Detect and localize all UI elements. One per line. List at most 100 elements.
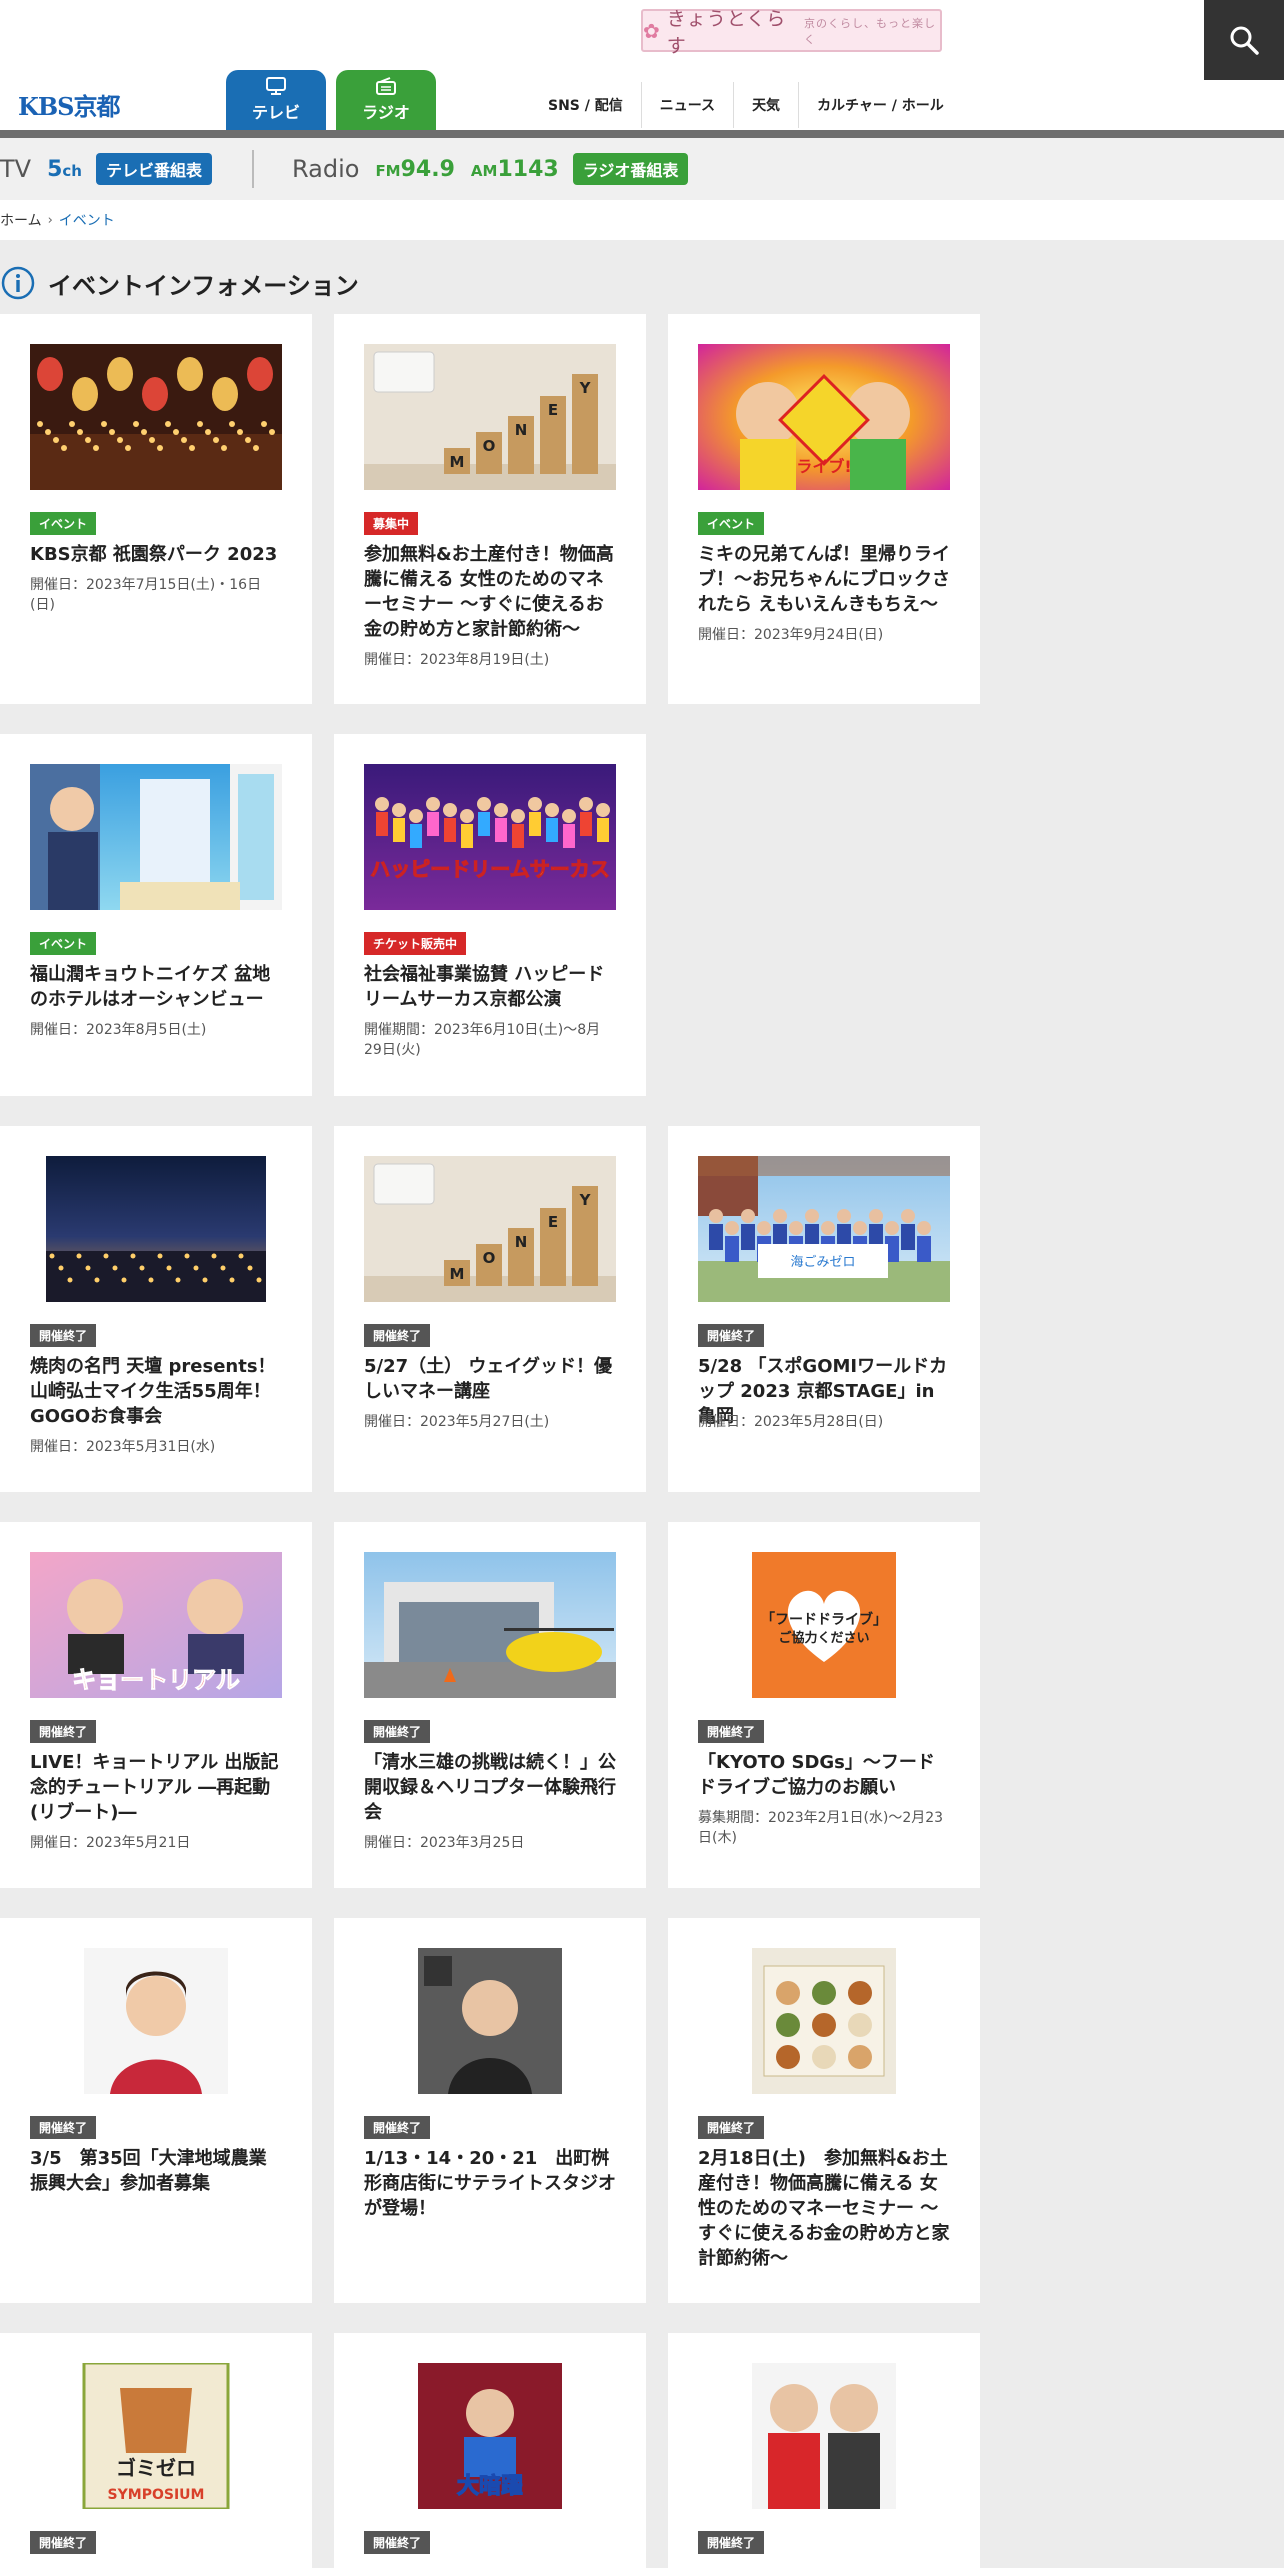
svg-text:ご協力ください: ご協力ください <box>778 1630 869 1646</box>
status-badge: 開催終了 <box>698 2531 765 2554</box>
event-date: 開催日：2023年5月21日 <box>30 1835 191 1851</box>
event-card[interactable]: 開催終了 2月18日(土) 参加無料&お土産付き！物価高騰に備える 女性のためのマ… <box>668 1918 980 2303</box>
radio-icon <box>376 77 396 95</box>
event-title[interactable]: 2月18日(土) 参加無料&お土産付き！物価高騰に備える 女性のためのマネーセミ… <box>698 2146 950 2271</box>
event-card[interactable]: 開催終了 焼肉の名門 天壇 presents！山崎弘士マイク生活55周年！GOGO… <box>0 1126 312 1492</box>
event-thumbnail[interactable] <box>698 2363 950 2509</box>
event-card[interactable]: ライブ! イベント ミキの兄弟てんぱ！里帰りライブ！〜お兄ちゃんにブロックされたら … <box>668 314 980 704</box>
event-date: 開催日：2023年5月27日(土) <box>364 1414 550 1430</box>
event-card[interactable]: 大暗躍 開催終了 <box>334 2333 646 2568</box>
event-thumbnail[interactable] <box>364 1552 616 1698</box>
broadcast-bar: TV 5ch テレビ番組表 Radio FM94.9 AM1143 ラジオ番組表 <box>0 138 1284 200</box>
event-title[interactable]: 社会福祉事業協賛 ハッピードリームサーカス京都公演 <box>364 962 616 1012</box>
section-header: イベントインフォメーション <box>0 258 359 308</box>
status-badge: 開催終了 <box>30 2531 97 2554</box>
fm-band: FM <box>375 161 401 180</box>
status-badge: 開催終了 <box>364 2531 431 2554</box>
tab-tv[interactable]: テレビ <box>226 70 326 130</box>
event-title[interactable]: 「清水三雄の挑戦は続く！」公開収録＆ヘリコプター体験飛行会 <box>364 1750 616 1825</box>
chevron-right-icon: › <box>47 212 53 228</box>
kbs-kyoto-logo[interactable]: KBS京都 <box>18 87 120 122</box>
event-thumbnail[interactable]: 「フードドライブ」 ご協力ください <box>698 1552 950 1698</box>
svg-text:N: N <box>515 421 528 439</box>
svg-text:M: M <box>450 453 465 471</box>
radio-schedule-button[interactable]: ラジオ番組表 <box>572 153 689 185</box>
event-card[interactable]: ゴミゼロ SYMPOSIUM 開催終了 <box>0 2333 312 2568</box>
event-thumbnail[interactable] <box>30 764 282 910</box>
nav-divider-bar <box>0 130 1284 138</box>
event-title[interactable]: 参加無料&お土産付き！物価高騰に備える 女性のためのマネーセミナー 〜すぐに使え… <box>364 542 616 642</box>
breadcrumb-current[interactable]: イベント <box>59 210 115 230</box>
event-title[interactable]: 「KYOTO SDGs」〜フードドライブご協力のお願い <box>698 1750 950 1800</box>
event-card[interactable]: 開催終了 1/13・14・20・21 出町桝形商店街にサテライトスタジオが登場！ <box>334 1918 646 2303</box>
event-thumbnail[interactable] <box>364 1948 616 2094</box>
event-date: 開催日：2023年3月25日 <box>364 1835 525 1851</box>
event-title[interactable]: 焼肉の名門 天壇 presents！山崎弘士マイク生活55周年！GOGOお食事会 <box>30 1354 282 1429</box>
event-card[interactable]: 開催終了 3/5 第35回「大津地域農業振興大会」参加者募集 <box>0 1918 312 2303</box>
kyoto-kurasu-banner[interactable]: ✿ きょうとくらす 京のくらし、もっと楽しく <box>641 8 942 57</box>
event-title[interactable]: KBS京都 祇園祭パーク 2023 <box>30 542 282 567</box>
event-thumbnail[interactable]: M O N E Y <box>364 344 616 490</box>
event-thumbnail[interactable] <box>698 1948 950 2094</box>
status-badge: 開催終了 <box>698 2116 765 2139</box>
tv-icon <box>266 77 286 95</box>
am-frequency-value: 1143 <box>497 156 559 182</box>
event-date: 開催日：2023年5月28日(日) <box>698 1414 884 1430</box>
status-badge: 開催終了 <box>364 1720 431 1743</box>
svg-text:O: O <box>483 1249 496 1267</box>
event-card[interactable]: 海ごみゼロ 開催終了 5/28 「スポGOMIワールドカップ 2023 京都STAG… <box>668 1126 980 1492</box>
nav-weather[interactable]: 天気 <box>733 82 798 128</box>
event-card[interactable]: 開催終了「清水三雄の挑戦は続く！」公開収録＆ヘリコプター体験飛行会開催日：202… <box>334 1522 646 1888</box>
event-thumbnail[interactable]: 海ごみゼロ <box>698 1156 950 1302</box>
svg-text:ライブ!: ライブ! <box>796 457 851 476</box>
banner-subtext: 京のくらし、もっと楽しく <box>804 16 937 46</box>
event-card[interactable]: 開催終了 <box>668 2333 980 2568</box>
tab-radio[interactable]: ラジオ <box>336 70 436 130</box>
tab-radio-label: ラジオ <box>362 103 410 122</box>
event-thumbnail[interactable]: 大暗躍 <box>364 2363 616 2509</box>
event-thumbnail[interactable]: M O N E Y <box>364 1156 616 1302</box>
search-icon <box>1230 26 1259 55</box>
nav-culture-hall[interactable]: カルチャー / ホール <box>798 82 962 128</box>
status-badge: チケット販売中 <box>364 932 467 955</box>
event-card[interactable]: M O N E Y 開催終了 5/27（土） ウェイグッド！優しいマネー講座 開催日… <box>334 1126 646 1492</box>
event-card[interactable]: キョートリアル 開催終了 LIVE！キョートリアル 出版記念的チュートリアル ―再起… <box>0 1522 312 1888</box>
tv-label: TV <box>0 155 32 183</box>
status-badge: 募集中 <box>364 512 419 535</box>
event-title[interactable]: 3/5 第35回「大津地域農業振興大会」参加者募集 <box>30 2146 282 2196</box>
fm-frequency: FM94.9 <box>375 157 454 182</box>
event-title[interactable]: LIVE！キョートリアル 出版記念的チュートリアル ―再起動(リブート)― <box>30 1750 282 1825</box>
tv-channel-unit: ch <box>62 161 82 180</box>
event-title[interactable]: 5/27（土） ウェイグッド！優しいマネー講座 <box>364 1354 616 1404</box>
event-card[interactable]: ハッピードリームサーカスチケット販売中社会福祉事業協賛 ハッピードリームサーカス… <box>334 734 646 1096</box>
svg-text:ハッピードリームサーカス: ハッピードリームサーカス <box>370 857 609 881</box>
tv-schedule-button[interactable]: テレビ番組表 <box>95 153 212 185</box>
event-thumbnail[interactable] <box>30 344 282 490</box>
event-title[interactable]: ミキの兄弟てんぱ！里帰りライブ！〜お兄ちゃんにブロックされたら えもいえんきもち… <box>698 542 950 617</box>
svg-text:ゴミゼロ: ゴミゼロ <box>116 2456 196 2480</box>
event-card[interactable]: イベント KBS京都 祇園祭パーク 2023 開催日：2023年7月15日(土)・1… <box>0 314 312 704</box>
radio-label: Radio <box>291 155 360 183</box>
banner-text: きょうとくらす <box>666 7 787 57</box>
svg-text:SYMPOSIUM: SYMPOSIUM <box>108 2487 205 2503</box>
event-card[interactable]: 「フードドライブ」 ご協力ください 開催終了 「KYOTO SDGs」〜フードドライ… <box>668 1522 980 1888</box>
event-thumbnail[interactable]: ゴミゼロ SYMPOSIUM <box>30 2363 282 2509</box>
event-date: 募集期間：2023年2月1日(水)〜2月23日(木) <box>698 1810 944 1846</box>
breadcrumb-home[interactable]: ホーム <box>0 210 42 230</box>
event-title[interactable]: 1/13・14・20・21 出町桝形商店街にサテライトスタジオが登場！ <box>364 2146 616 2221</box>
event-thumbnail[interactable]: キョートリアル <box>30 1552 282 1698</box>
nav-news[interactable]: ニュース <box>640 82 733 128</box>
nav-sns[interactable]: SNS / 配信 <box>530 82 641 128</box>
event-date: 開催日：2023年7月15日(土)・16日(日) <box>30 577 262 613</box>
event-title[interactable]: 福山潤キョウトニイケズ 盆地のホテルはオーシャンビュー <box>30 962 282 1012</box>
event-thumbnail[interactable]: ライブ! <box>698 344 950 490</box>
event-thumbnail[interactable] <box>30 1156 282 1302</box>
search-button[interactable] <box>1204 0 1284 80</box>
event-date: 開催日：2023年8月19日(土) <box>364 652 550 668</box>
event-date: 開催日：2023年5月31日(水) <box>30 1439 216 1455</box>
event-thumbnail[interactable]: ハッピードリームサーカス <box>364 764 616 910</box>
event-thumbnail[interactable] <box>30 1948 282 2094</box>
event-card[interactable]: イベント 福山潤キョウトニイケズ 盆地のホテルはオーシャンビュー 開催日：2023年… <box>0 734 312 1096</box>
event-card[interactable]: M O N E Y 募集中参加無料&お土産付き！物価高騰に備える 女性のためのマ… <box>334 314 646 704</box>
svg-text:E: E <box>548 1213 558 1231</box>
